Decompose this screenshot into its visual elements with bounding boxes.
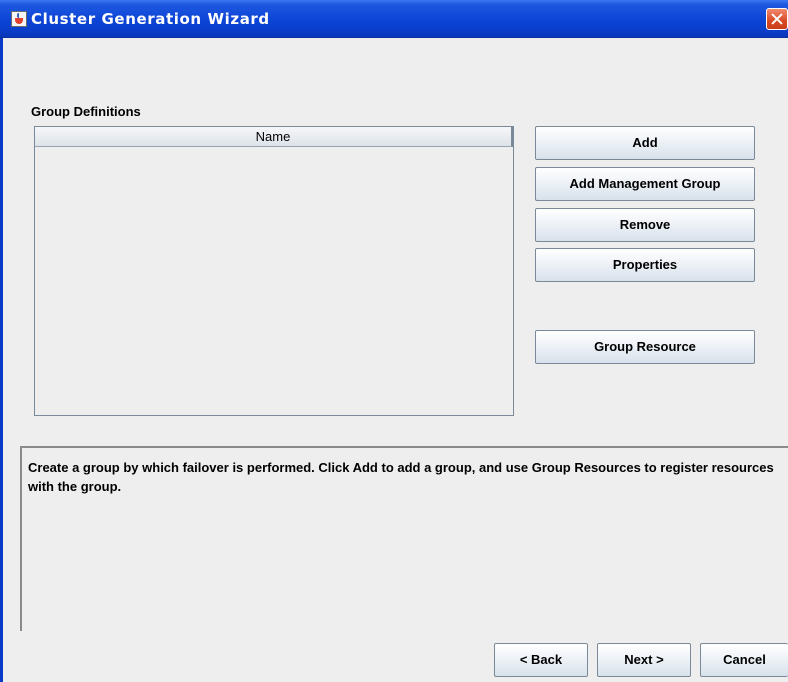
back-button[interactable]: < Back [494, 643, 588, 677]
next-button[interactable]: Next > [597, 643, 691, 677]
window-title: Cluster Generation Wizard [31, 10, 270, 28]
title-bar: Cluster Generation Wizard [0, 0, 788, 38]
wizard-window: Cluster Generation Wizard Group Definiti… [0, 0, 788, 682]
properties-button[interactable]: Properties [535, 248, 755, 282]
group-table[interactable]: Name [34, 126, 514, 416]
remove-button[interactable]: Remove [535, 208, 755, 242]
java-cup-icon [11, 11, 27, 27]
cancel-button[interactable]: Cancel [700, 643, 788, 677]
description-text: Create a group by which failover is perf… [28, 460, 774, 494]
group-resource-button[interactable]: Group Resource [535, 330, 755, 364]
group-definitions-label: Group Definitions [31, 104, 141, 119]
name-column-header[interactable]: Name [35, 127, 513, 147]
description-panel: Create a group by which failover is perf… [20, 446, 788, 631]
add-management-group-button[interactable]: Add Management Group [535, 167, 755, 201]
add-button[interactable]: Add [535, 126, 755, 160]
close-button[interactable] [766, 8, 788, 30]
